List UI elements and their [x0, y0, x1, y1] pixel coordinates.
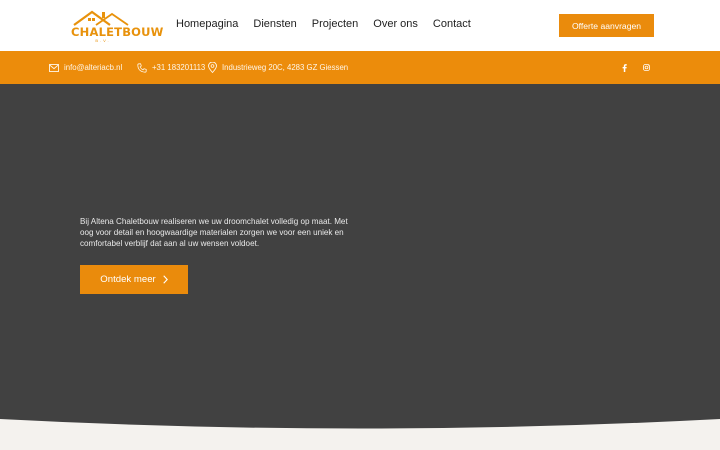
email-contact[interactable]: info@alteriacb.nl	[49, 51, 122, 84]
phone-contact[interactable]: +31 183201113	[137, 51, 205, 84]
wave-divider	[0, 419, 720, 450]
logo[interactable]: CHALETBOUW B.V.	[66, 8, 163, 44]
discover-more-button[interactable]: Ontdek meer	[80, 265, 188, 294]
facebook-icon	[622, 63, 627, 72]
site-header: CHALETBOUW B.V. Homepagina Diensten Proj…	[0, 0, 720, 51]
instagram-icon	[642, 64, 650, 71]
discover-more-label: Ontdek meer	[100, 274, 156, 285]
hero-section: Bij Altena Chaletbouw realiseren we uw d…	[0, 84, 720, 450]
contact-topbar: info@alteriacb.nl +31 183201113 Industri…	[0, 51, 720, 84]
nav-item-projecten[interactable]: Projecten	[312, 18, 358, 30]
address-contact[interactable]: Industrieweg 20C, 4283 GZ Giessen	[208, 51, 348, 84]
instagram-link[interactable]	[639, 51, 653, 84]
envelope-icon	[49, 63, 59, 72]
facebook-link[interactable]	[617, 51, 631, 84]
nav-item-contact[interactable]: Contact	[433, 18, 471, 30]
logo-wordmark: CHALETBOUW	[71, 25, 164, 39]
nav-item-diensten[interactable]: Diensten	[253, 18, 296, 30]
logo-subtext: B.V.	[95, 38, 111, 43]
hero-paragraph: Bij Altena Chaletbouw realiseren we uw d…	[80, 217, 348, 249]
nav-item-homepagina[interactable]: Homepagina	[176, 18, 238, 30]
address-text: Industrieweg 20C, 4283 GZ Giessen	[222, 63, 349, 72]
email-text: info@alteriacb.nl	[64, 63, 123, 72]
main-nav: Homepagina Diensten Projecten Over ons C…	[176, 18, 486, 30]
request-quote-button[interactable]: Offerte aanvragen	[559, 14, 654, 37]
chevron-right-icon	[163, 275, 168, 284]
nav-item-over-ons[interactable]: Over ons	[373, 18, 418, 30]
map-pin-icon	[208, 62, 217, 73]
phone-icon	[137, 62, 147, 73]
phone-text: +31 183201113	[152, 63, 206, 72]
